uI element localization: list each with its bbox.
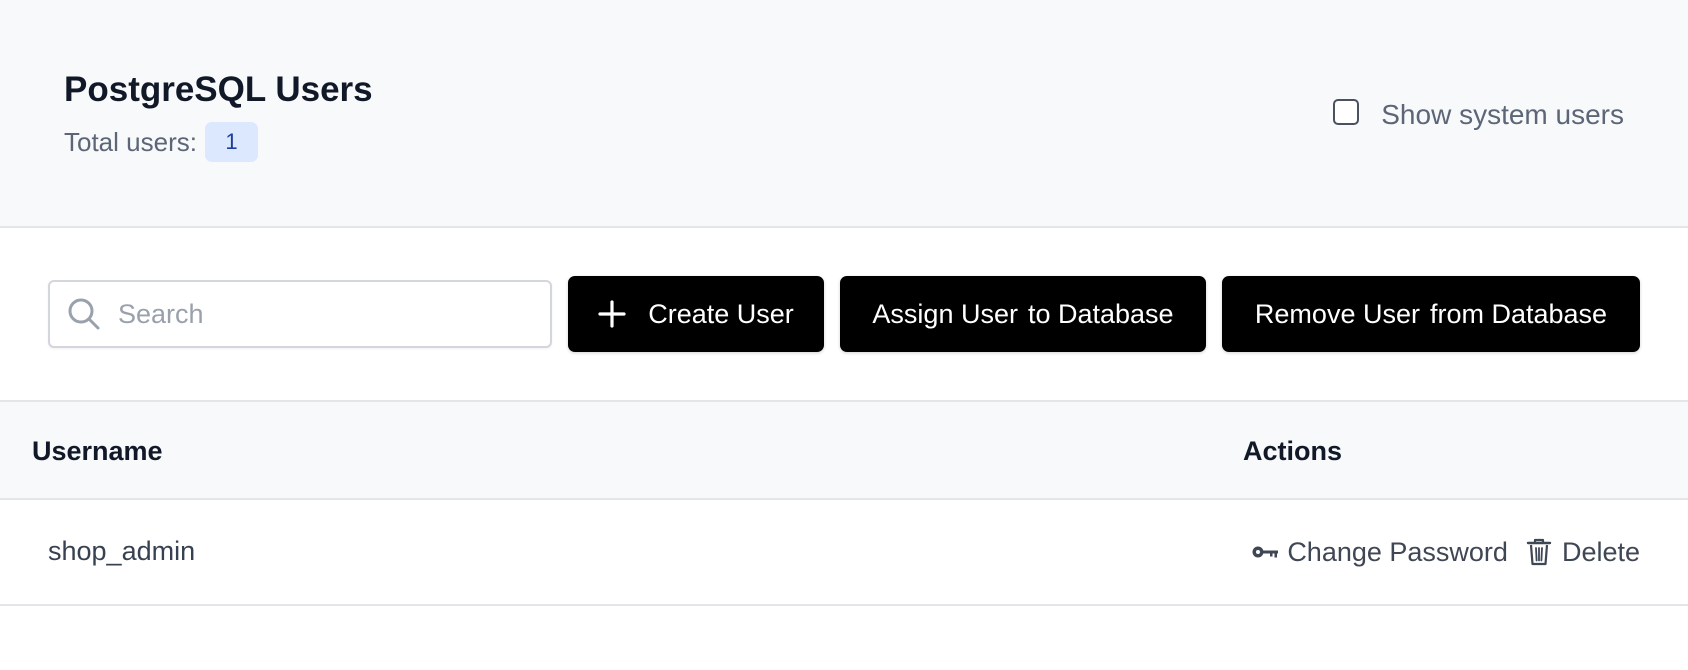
remove-user-from-database-button[interactable]: Remove User from Database (1222, 276, 1640, 352)
column-header-username: Username (32, 436, 163, 466)
total-users-label: Total users: (64, 126, 197, 157)
table-header: Username Actions (0, 402, 1688, 500)
total-users-row: Total users: 1 (64, 122, 258, 162)
search-box[interactable] (48, 280, 552, 348)
create-user-button[interactable]: Create User (568, 276, 824, 352)
change-password-button[interactable]: Change Password (1251, 537, 1508, 568)
key-icon (1252, 546, 1279, 558)
create-user-label: Create User (648, 298, 794, 329)
page-title: PostgreSQL Users (64, 70, 373, 109)
user-count-badge: 1 (204, 122, 258, 162)
show-system-users-label[interactable]: Show system users (1381, 99, 1624, 131)
remove-user-label-part2: from Database (1429, 298, 1608, 329)
trash-icon (1526, 538, 1552, 566)
delete-user-button[interactable]: Delete (1526, 537, 1640, 568)
page-header: PostgreSQL Users Total users: 1 Show sys… (0, 0, 1688, 228)
assign-user-to-database-button[interactable]: Assign User to Database (840, 276, 1206, 352)
table-row: shop_admin Change Password Delete (0, 500, 1688, 606)
show-system-users-toggle[interactable]: Show system users (1333, 98, 1624, 132)
toolbar: Create User Assign User to Database Remo… (0, 228, 1688, 402)
column-header-actions: Actions (1243, 436, 1343, 466)
delete-label: Delete (1561, 536, 1640, 567)
assign-user-label-part1: Assign User (872, 298, 1018, 329)
username-cell: shop_admin (48, 536, 196, 566)
search-icon (68, 298, 100, 330)
search-input[interactable] (118, 294, 498, 334)
row-actions: Change Password Delete (1251, 534, 1640, 570)
remove-user-label-part1: Remove User (1254, 298, 1420, 329)
plus-icon (598, 300, 626, 328)
show-system-users-checkbox[interactable] (1333, 99, 1360, 125)
assign-user-label-part2: to Database (1027, 298, 1174, 329)
change-password-label: Change Password (1287, 536, 1508, 567)
